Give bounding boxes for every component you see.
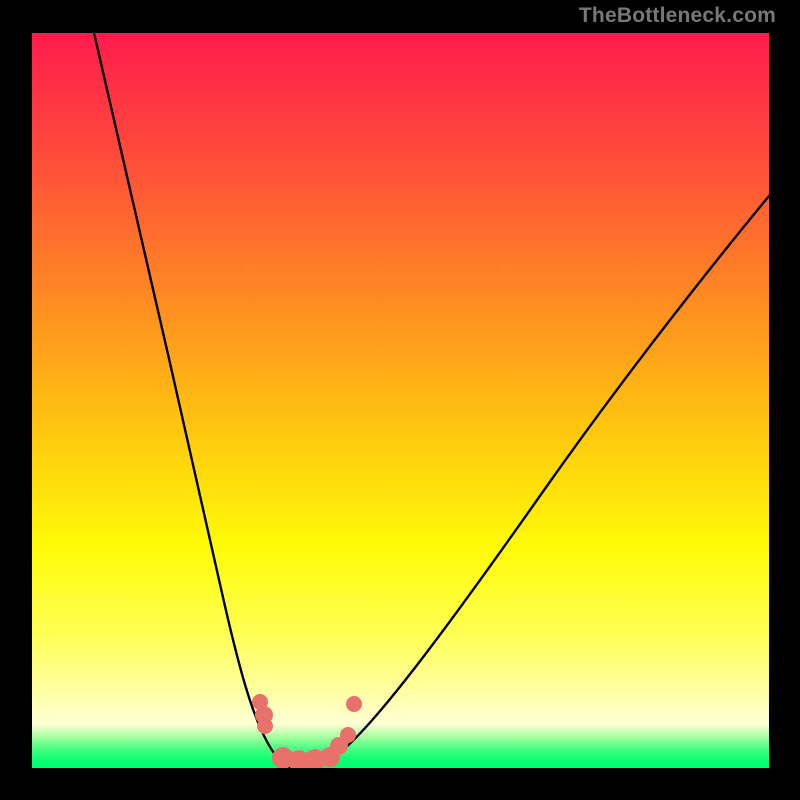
background-gradient bbox=[32, 33, 769, 768]
chart-frame: TheBottleneck.com bbox=[0, 0, 800, 800]
data-marker bbox=[340, 727, 356, 743]
watermark-text: TheBottleneck.com bbox=[579, 4, 776, 28]
data-marker bbox=[346, 696, 362, 712]
data-marker bbox=[257, 718, 273, 734]
plot-area bbox=[32, 33, 769, 768]
